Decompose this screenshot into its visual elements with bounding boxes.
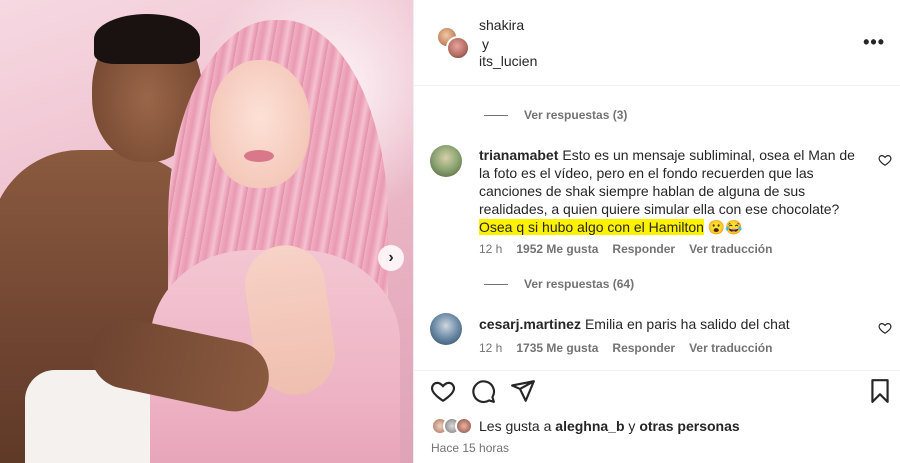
comment-meta: 12 h 1952 Me gusta Responder Ver traducc… bbox=[479, 242, 772, 256]
comment-time: 12 h bbox=[479, 242, 503, 256]
translate-button[interactable]: Ver traducción bbox=[689, 242, 772, 256]
likes-summary: Les gusta a aleghna_b y otras personas bbox=[431, 417, 740, 435]
commenter-avatar[interactable] bbox=[430, 313, 462, 345]
post-timestamp[interactable]: Hace 15 horas bbox=[431, 441, 509, 455]
comment-likes[interactable]: 1952 Me gusta bbox=[516, 242, 598, 256]
view-replies-label: Ver respuestas (64) bbox=[524, 277, 635, 291]
chevron-right-icon: › bbox=[388, 249, 394, 266]
post-actions-bar bbox=[414, 370, 900, 410]
comment-emoji: 😮😂 bbox=[707, 219, 743, 235]
comment-body: trianamabet Esto es un mensaje subliminal… bbox=[479, 146, 864, 236]
man-hair bbox=[94, 14, 200, 64]
post-sidebar: shakira y its_lucien ••• Ver respuestas … bbox=[413, 0, 900, 463]
post-header: shakira y its_lucien ••• bbox=[414, 0, 900, 86]
view-replies-label: Ver respuestas (3) bbox=[524, 108, 628, 122]
like-heart-icon[interactable] bbox=[430, 378, 456, 404]
comment-likes[interactable]: 1735 Me gusta bbox=[516, 341, 598, 355]
more-options-icon[interactable]: ••• bbox=[863, 32, 885, 53]
comment-username[interactable]: cesarj.martinez bbox=[479, 316, 581, 332]
post-photo[interactable]: › bbox=[0, 0, 413, 463]
view-replies-button[interactable]: Ver respuestas (3) bbox=[484, 108, 627, 122]
view-replies-button[interactable]: Ver respuestas (64) bbox=[484, 277, 634, 291]
translate-button[interactable]: Ver traducción bbox=[689, 341, 772, 355]
avatar bbox=[455, 417, 473, 435]
woman-lips bbox=[244, 150, 274, 162]
collab-avatars[interactable] bbox=[436, 26, 476, 62]
comment-bubble-icon[interactable] bbox=[470, 378, 496, 404]
share-paper-plane-icon[interactable] bbox=[510, 378, 536, 404]
reply-button[interactable]: Responder bbox=[612, 242, 675, 256]
divider bbox=[484, 283, 508, 285]
liker-username[interactable]: aleghna_b bbox=[555, 418, 624, 434]
like-comment-heart-icon[interactable] bbox=[878, 153, 892, 167]
comment-meta: 12 h 1735 Me gusta Responder Ver traducc… bbox=[479, 341, 772, 355]
commenter-avatar[interactable] bbox=[430, 145, 462, 177]
collab-connector: y bbox=[482, 36, 489, 52]
other-likers-link[interactable]: otras personas bbox=[639, 418, 739, 434]
next-image-button[interactable]: › bbox=[378, 245, 404, 271]
likes-prefix: Les gusta a bbox=[479, 418, 552, 434]
comment-highlighted-text: Osea q si hubo algo con el Hamilton bbox=[479, 219, 704, 235]
bookmark-icon[interactable] bbox=[867, 378, 893, 404]
username-link[interactable]: shakira bbox=[479, 17, 524, 33]
reply-button[interactable]: Responder bbox=[612, 341, 675, 355]
comment-username[interactable]: trianamabet bbox=[479, 147, 558, 163]
username-link[interactable]: its_lucien bbox=[479, 53, 537, 69]
woman-face bbox=[210, 60, 310, 188]
divider bbox=[484, 114, 508, 116]
likes-and: y bbox=[628, 418, 636, 434]
like-comment-heart-icon[interactable] bbox=[878, 321, 892, 335]
comment-text: Emilia en paris ha salido del chat bbox=[584, 316, 790, 332]
comment-body: cesarj.martinez Emilia en paris ha salido… bbox=[479, 315, 864, 333]
avatar[interactable] bbox=[446, 36, 470, 60]
comments-list: Ver respuestas (3) trianamabet Esto es un… bbox=[414, 86, 900, 370]
comment-time: 12 h bbox=[479, 341, 503, 355]
